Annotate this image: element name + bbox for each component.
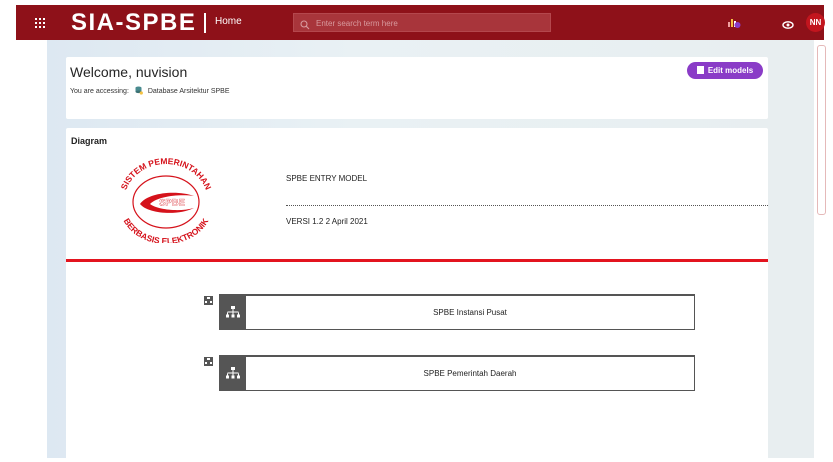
diagram-section-title: Diagram bbox=[71, 136, 108, 146]
model-name: SPBE ENTRY MODEL bbox=[286, 174, 368, 183]
node-spbe-pemerintah-daerah[interactable]: SPBE Pemerintah Daerah bbox=[219, 355, 695, 391]
svg-text:SISTEM PEMERINTAHAN: SISTEM PEMERINTAHAN bbox=[119, 158, 214, 191]
database-icon bbox=[135, 86, 143, 97]
node-label: SPBE Instansi Pusat bbox=[433, 308, 507, 317]
app-launcher-icon[interactable] bbox=[30, 13, 50, 33]
node-label: SPBE Pemerintah Daerah bbox=[423, 369, 517, 378]
accessing-label: You are accessing: bbox=[70, 88, 129, 95]
app-title[interactable]: SIA-SPBE bbox=[71, 9, 196, 37]
book-icon bbox=[696, 66, 704, 74]
svg-text:SPBE: SPBE bbox=[159, 198, 185, 209]
scrollbar[interactable] bbox=[817, 45, 826, 215]
search-input[interactable] bbox=[314, 15, 548, 32]
edit-models-label: Edit models bbox=[707, 66, 754, 75]
structure-badge-icon bbox=[204, 296, 213, 305]
search-box[interactable] bbox=[293, 13, 551, 32]
title-divider bbox=[204, 13, 206, 33]
welcome-title: Welcome, nuvision bbox=[70, 64, 188, 80]
edit-models-button[interactable]: Edit models bbox=[687, 62, 763, 79]
welcome-card: Welcome, nuvision You are accessing: Dat… bbox=[66, 57, 768, 119]
spbe-seal-logo: SISTEM PEMERINTAHAN BERBASIS ELEKTRONIK … bbox=[119, 158, 214, 243]
org-chart-icon bbox=[220, 296, 246, 329]
search-icon bbox=[300, 17, 310, 35]
svg-text:BERBASIS ELEKTRONIK: BERBASIS ELEKTRONIK bbox=[122, 216, 211, 243]
model-version: VERSI 1.2 2 April 2021 bbox=[286, 217, 368, 226]
notification-icon[interactable] bbox=[727, 15, 741, 34]
red-divider bbox=[66, 259, 768, 262]
accessing-info: You are accessing: Database Arsitektur S… bbox=[70, 86, 230, 97]
database-name: Database Arsitektur SPBE bbox=[147, 88, 230, 95]
dotted-divider bbox=[286, 205, 768, 206]
diagram-card: Diagram SISTEM PEMERINTAHAN BERBASIS ELE… bbox=[66, 128, 768, 462]
org-chart-icon bbox=[220, 357, 246, 390]
user-avatar[interactable]: NN bbox=[806, 13, 825, 32]
structure-badge-icon bbox=[204, 357, 213, 366]
home-link[interactable]: Home bbox=[215, 16, 242, 27]
top-bar: SIA-SPBE Home NN bbox=[16, 5, 825, 40]
node-spbe-instansi-pusat[interactable]: SPBE Instansi Pusat bbox=[219, 294, 695, 330]
eye-icon[interactable] bbox=[782, 17, 794, 35]
